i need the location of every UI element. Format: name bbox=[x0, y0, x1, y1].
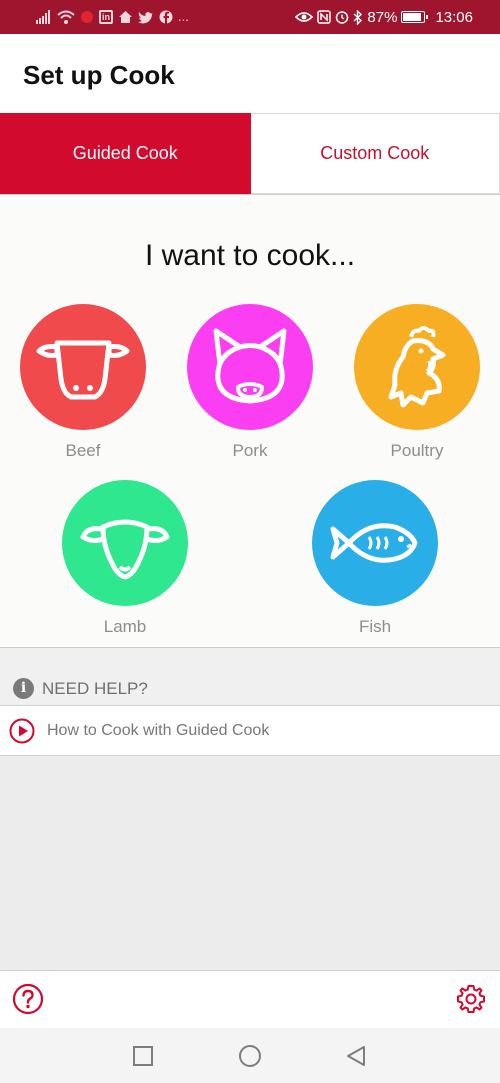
poultry-option[interactable]: Poultry bbox=[352, 304, 482, 461]
pork-label: Pork bbox=[232, 441, 268, 460]
fish-option[interactable]: Fish bbox=[310, 480, 440, 637]
sheep-icon bbox=[80, 519, 170, 580]
app-header: Set up Cook bbox=[0, 34, 500, 113]
back-button[interactable] bbox=[344, 1044, 368, 1068]
empty-area bbox=[0, 757, 500, 970]
help-title: i NEED HELP? bbox=[13, 678, 148, 699]
status-left-icons: in ... bbox=[36, 8, 189, 26]
tab-guided-cook-label: Guided Cook bbox=[72, 143, 178, 163]
fish-label: Fish bbox=[358, 617, 392, 636]
nfc-icon bbox=[317, 10, 332, 24]
pork-circle bbox=[187, 304, 313, 430]
page-title: Set up Cook bbox=[23, 60, 175, 90]
twitter-icon bbox=[138, 11, 153, 23]
play-icon bbox=[9, 718, 35, 743]
pig-icon bbox=[213, 328, 287, 404]
battery-icon bbox=[401, 11, 429, 23]
chicken-icon bbox=[388, 326, 446, 408]
lamb-option[interactable]: Lamb bbox=[60, 480, 190, 637]
help-button[interactable] bbox=[12, 983, 44, 1015]
battery-percent: 87% bbox=[367, 8, 398, 26]
how-to-cook-label: How to Cook with Guided Cook bbox=[47, 721, 270, 739]
recent-apps-button[interactable] bbox=[131, 1044, 155, 1068]
status-bar: in ... 87% 13:06 bbox=[0, 0, 500, 34]
status-right-icons: 87% 13:06 bbox=[295, 8, 473, 26]
lamb-circle bbox=[62, 480, 188, 606]
poultry-circle bbox=[354, 304, 480, 430]
home-button[interactable] bbox=[238, 1044, 262, 1068]
tab-custom-cook-label: Custom Cook bbox=[320, 143, 430, 163]
info-icon: i bbox=[13, 678, 34, 699]
beef-label: Beef bbox=[65, 441, 101, 460]
signal-icon bbox=[36, 10, 50, 24]
alarm-icon bbox=[336, 11, 349, 24]
beef-option[interactable]: Beef bbox=[18, 304, 148, 461]
cook-prompt-heading: I want to cook... bbox=[144, 239, 356, 272]
cook-mode-tabs: Guided Cook Custom Cook bbox=[0, 113, 500, 195]
clock: 13:06 bbox=[435, 8, 473, 26]
protein-selection: I want to cook... Beef Pork Poultry Lamb… bbox=[0, 195, 500, 648]
fish-icon bbox=[330, 523, 418, 563]
pork-option[interactable]: Pork bbox=[185, 304, 315, 461]
battery-level bbox=[403, 13, 421, 21]
facebook-icon bbox=[159, 10, 173, 24]
tab-guided-cook[interactable]: Guided Cook bbox=[0, 113, 251, 194]
eye-icon bbox=[295, 12, 314, 22]
beef-circle bbox=[20, 304, 146, 430]
lamb-label: Lamb bbox=[103, 617, 147, 636]
settings-button[interactable] bbox=[455, 983, 487, 1015]
home-icon bbox=[119, 11, 132, 23]
more-icon: ... bbox=[178, 9, 189, 24]
bottom-bar bbox=[0, 970, 500, 1028]
linkedin-icon: in bbox=[99, 10, 113, 24]
help-section: i NEED HELP? bbox=[0, 648, 500, 706]
poultry-label: Poultry bbox=[390, 441, 444, 460]
help-title-label: NEED HELP? bbox=[42, 678, 148, 698]
cow-icon bbox=[36, 340, 130, 400]
bluetooth-icon bbox=[353, 9, 363, 25]
notification-dot-icon bbox=[81, 11, 93, 23]
how-to-cook-video-link[interactable]: How to Cook with Guided Cook bbox=[0, 706, 500, 756]
system-nav-bar bbox=[0, 1028, 500, 1083]
fish-circle bbox=[312, 480, 438, 606]
wifi-icon bbox=[57, 10, 75, 24]
tab-custom-cook[interactable]: Custom Cook bbox=[250, 113, 500, 194]
gear-icon bbox=[457, 985, 485, 1013]
